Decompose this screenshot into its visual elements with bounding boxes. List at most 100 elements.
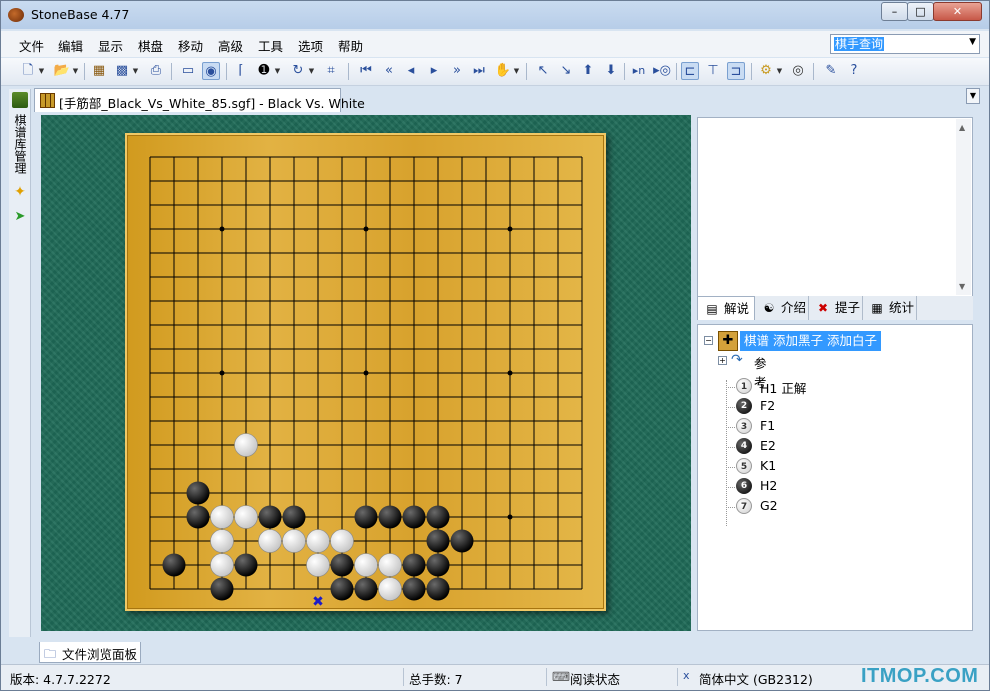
rotate-icon[interactable]: ↻ [289, 62, 307, 80]
star-point [507, 226, 513, 232]
player-search-input[interactable]: 棋手查询 [834, 37, 885, 51]
status-separator [546, 668, 547, 686]
comment-area[interactable]: ▲ ▼ [697, 117, 973, 297]
star-point [219, 370, 225, 376]
tree-move-label: F1 [760, 418, 776, 433]
chevron-down-icon[interactable]: ▼ [38, 62, 45, 80]
minimize-button[interactable]: – [881, 2, 908, 21]
menu-options[interactable]: 选项 [298, 36, 323, 55]
menu-advanced[interactable]: 高级 [218, 36, 243, 55]
tab-comment[interactable]: ▤ 解说 [697, 296, 755, 320]
tree-root-label[interactable]: 棋谱 添加黑子 添加白子 [740, 331, 881, 351]
tab-intro[interactable]: ☯ 介绍 [755, 296, 809, 320]
expand-icon[interactable]: + [718, 356, 727, 365]
white-stone [258, 529, 282, 553]
board-view-icon[interactable]: ▭ [179, 62, 197, 80]
menu-edit[interactable]: 编辑 [58, 36, 83, 55]
first-move-icon[interactable]: ⏮ [357, 62, 375, 80]
comment-icon: ▤ [706, 302, 718, 316]
navigate-icon[interactable]: ▸◎ [653, 62, 671, 80]
chevron-down-icon[interactable]: ▼ [132, 62, 139, 80]
black-stone [450, 529, 474, 553]
file-browser-tab[interactable]: 🗀 文件浏览面板 [39, 642, 141, 663]
print-icon[interactable]: ⎙ [147, 62, 165, 80]
white-stone-icon: 7 [736, 498, 752, 514]
player-search-combo[interactable]: 棋手查询 ▼ [830, 34, 980, 54]
board-edit-icon[interactable]: ▦ [90, 62, 108, 80]
status-mode: 阅读状态 [570, 672, 621, 687]
chevron-down-icon[interactable]: ▼ [776, 62, 783, 80]
tab-list-dropdown[interactable]: ▼ [966, 88, 980, 104]
black-stone [234, 553, 258, 577]
last-move-marker: ✖ [312, 594, 324, 610]
menu-board[interactable]: 棋盘 [138, 36, 163, 55]
down-variation-icon[interactable]: ⬇ [602, 62, 620, 80]
chevron-down-icon[interactable]: ▼ [274, 62, 281, 80]
zoom-icon[interactable]: ◎ [789, 62, 807, 80]
black-stone [402, 553, 426, 577]
crop-icon[interactable]: ⌗ [322, 62, 340, 80]
go-board[interactable]: ✖ [125, 133, 606, 611]
cursor-icon[interactable]: ➤ [12, 209, 28, 225]
black-stone [426, 505, 450, 529]
next-variation-icon[interactable]: ↘ [557, 62, 575, 80]
scroll-up-icon[interactable]: ▲ [959, 123, 965, 132]
black-stone [426, 553, 450, 577]
menu-file[interactable]: 文件 [19, 36, 44, 55]
auto-play-icon[interactable]: ✋ [494, 62, 512, 80]
back-icon[interactable]: ◂ [402, 62, 420, 80]
tree-list-icon[interactable]: ⊐ [727, 62, 745, 80]
toolbar-separator [526, 63, 527, 80]
close-button[interactable]: ✕ [933, 2, 982, 21]
coordinates-icon[interactable]: ⌈ [232, 62, 250, 80]
new-file-icon[interactable]: 🗋 [19, 62, 37, 80]
reference-icon: ↷ [731, 352, 743, 368]
chevron-down-icon[interactable]: ▼ [72, 62, 79, 80]
menu-move[interactable]: 移动 [178, 36, 203, 55]
forward-many-icon[interactable]: » [448, 62, 466, 80]
app-window: StoneBase 4.77 – □ ✕ 文件 编辑 显示 棋盘 移动 高级 工… [0, 0, 990, 691]
move-number-icon[interactable]: ➊ [255, 62, 273, 80]
library-icon[interactable] [12, 92, 28, 108]
library-manager-tab[interactable]: 棋谱库管理 [12, 114, 28, 174]
title-bar: StoneBase 4.77 – □ ✕ [1, 1, 989, 29]
chevron-down-icon[interactable]: ▼ [969, 37, 976, 47]
move-tree[interactable]: − ✚ 棋谱 添加黑子 添加白子 + ↷ 参考 1 H1 正解 2 F2 3 F… [697, 324, 973, 631]
menu-tools[interactable]: 工具 [258, 36, 283, 55]
tab-capture[interactable]: ✖ 提子 [809, 296, 863, 320]
toolbar-separator [676, 63, 677, 80]
goto-move-icon[interactable]: ▸n [630, 62, 648, 80]
settings-icon[interactable]: ✎ [822, 62, 840, 80]
document-tab[interactable]: [手筋部_Black_Vs_White_85.sgf] - Black Vs. … [34, 88, 365, 112]
forward-icon[interactable]: ▸ [425, 62, 443, 80]
up-variation-icon[interactable]: ⬆ [579, 62, 597, 80]
scroll-down-icon[interactable]: ▼ [959, 282, 965, 291]
last-move-icon[interactable]: ⏭ [470, 62, 488, 80]
copy-board-icon[interactable]: ▩ [113, 62, 131, 80]
tree-branch-icon[interactable]: ⊤ [704, 62, 722, 80]
chevron-down-icon[interactable]: ▼ [308, 62, 315, 80]
back-many-icon[interactable]: « [380, 62, 398, 80]
black-stone-icon: 4 [736, 438, 752, 454]
menu-help[interactable]: 帮助 [338, 36, 363, 55]
help-icon[interactable]: ? [845, 62, 863, 80]
board-grid[interactable]: ✖ [125, 133, 606, 611]
tree-view-icon[interactable]: ⊏ [681, 62, 699, 80]
collapse-icon[interactable]: − [704, 336, 713, 345]
lock-icon[interactable]: ✦ [12, 184, 28, 200]
sound-icon[interactable]: ◉ [202, 62, 220, 80]
open-file-icon[interactable]: 📂 [53, 62, 71, 80]
maximize-button[interactable]: □ [907, 2, 934, 21]
menu-view[interactable]: 显示 [98, 36, 123, 55]
white-stone [306, 553, 330, 577]
tools-icon[interactable]: ⚙ [757, 62, 775, 80]
tab-intro-label: 介绍 [781, 300, 807, 315]
white-stone [210, 553, 234, 577]
chevron-down-icon[interactable]: ▼ [513, 62, 520, 80]
black-stone [258, 505, 282, 529]
prev-variation-icon[interactable]: ↖ [534, 62, 552, 80]
info-tabs: ▤ 解说 ☯ 介绍 ✖ 提子 ▦ 统计 [697, 296, 973, 320]
comment-scrollbar[interactable]: ▲ ▼ [956, 119, 971, 295]
tab-stats[interactable]: ▦ 统计 [863, 296, 917, 320]
black-stone [378, 505, 402, 529]
